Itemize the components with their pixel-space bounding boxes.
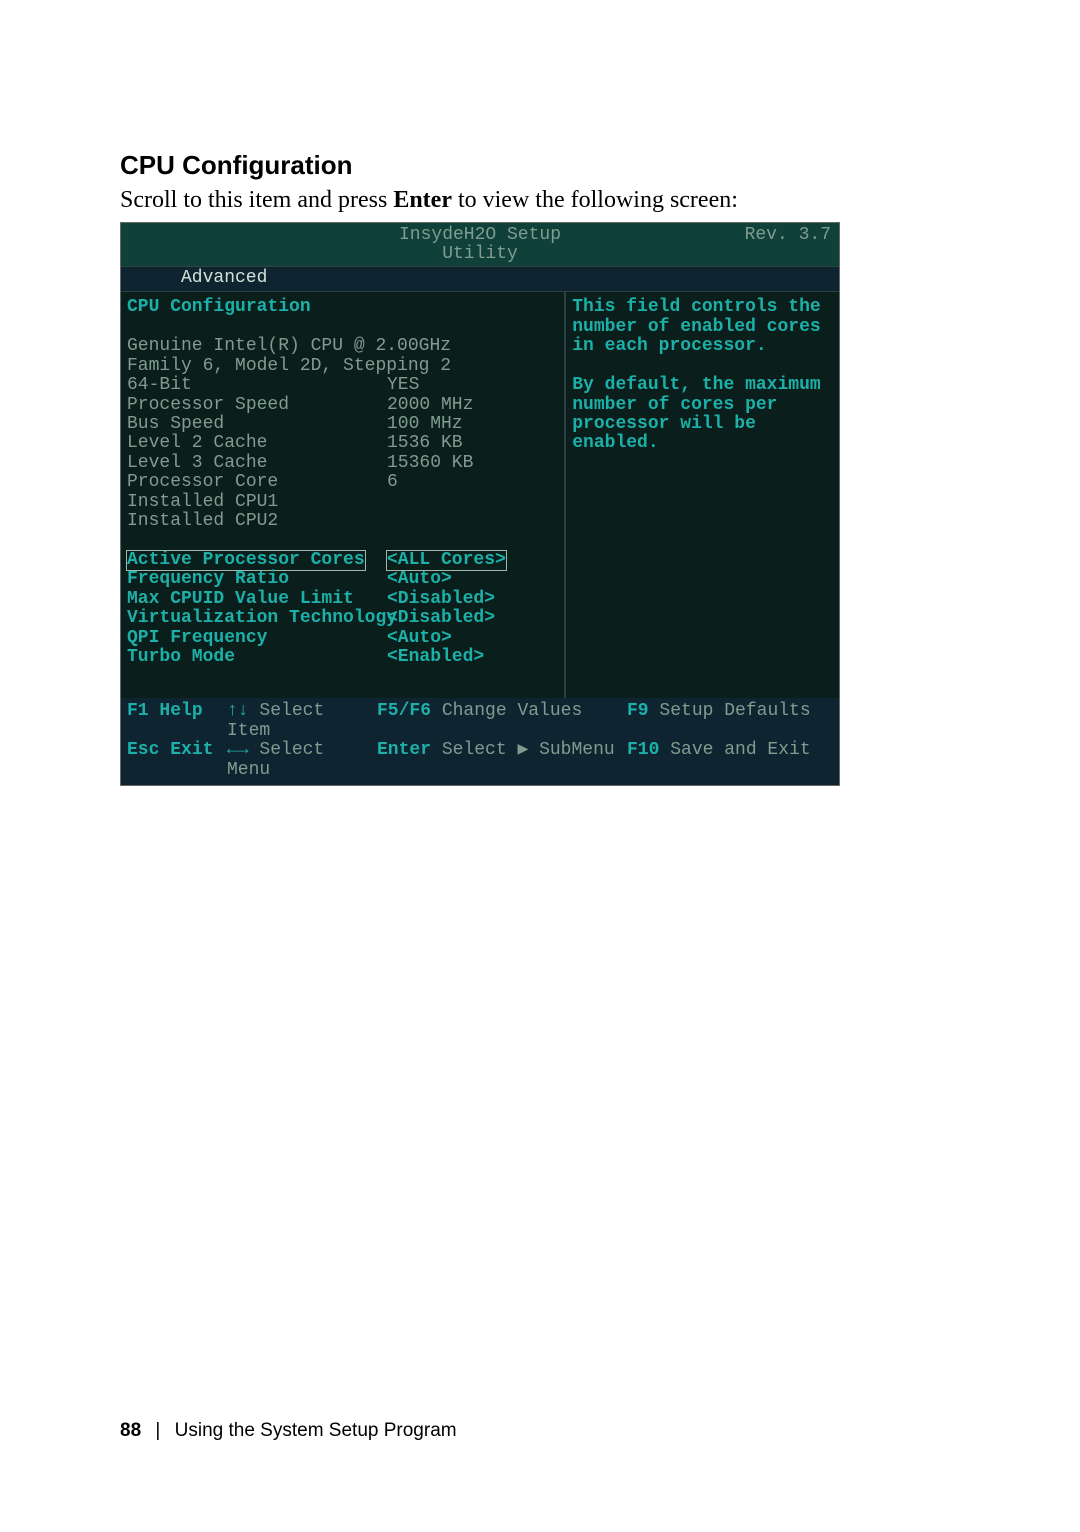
ro-label: Installed CPU2 — [127, 512, 387, 531]
setting-value[interactable]: <Enabled> — [387, 648, 484, 667]
cpu-info-line-0: Genuine Intel(R) CPU @ 2.00GHz — [127, 337, 558, 356]
setting-label[interactable]: QPI Frequency — [127, 629, 387, 648]
setting-value[interactable]: <Auto> — [387, 629, 452, 648]
setting-value[interactable]: <Disabled> — [387, 609, 495, 628]
ro-label: Processor Core — [127, 473, 387, 492]
footer-key-f1: F1 — [127, 701, 149, 721]
ro-value: 100 MHz — [387, 415, 463, 434]
bios-revision: Rev. 3.7 — [597, 226, 831, 265]
footer-esc-label: Exit — [170, 740, 213, 760]
footer-key-f9: F9 — [627, 701, 649, 721]
ro-label: Processor Speed — [127, 396, 387, 415]
panel-heading: CPU Configuration — [127, 298, 558, 317]
intro-enter: Enter — [393, 187, 452, 213]
footer-enter-label: Select ▶ SubMenu — [442, 740, 615, 760]
section-intro: Scroll to this item and press Enter to v… — [120, 187, 960, 214]
help-paragraph-1: This field controls the number of enable… — [572, 298, 831, 356]
footer-key-f5f6: F5/F6 — [377, 701, 431, 721]
footer-f5f6-label: Change Values — [442, 701, 582, 721]
ro-value: YES — [387, 376, 419, 395]
ro-label: Level 3 Cache — [127, 454, 387, 473]
intro-prefix: Scroll to this item and press — [120, 187, 393, 213]
cpu-info-line-1: Family 6, Model 2D, Stepping 2 — [127, 357, 558, 376]
ro-value: 2000 MHz — [387, 396, 473, 415]
help-paragraph-2: By default, the maximum number of cores … — [572, 376, 831, 454]
footer-text: Using the System Setup Program — [175, 1420, 457, 1441]
ro-label: Level 2 Cache — [127, 434, 387, 453]
footer-f9-label: Setup Defaults — [659, 701, 810, 721]
arrows-ud-icon: ↑↓ — [227, 701, 249, 721]
setting-label-selected[interactable]: Active Processor Cores — [127, 551, 365, 570]
bios-help-panel: This field controls the number of enable… — [566, 292, 839, 698]
arrows-lr-icon: ←→ — [227, 740, 249, 760]
setting-label[interactable]: Virtualization Technology — [127, 609, 387, 628]
tab-advanced[interactable]: Advanced — [181, 268, 267, 288]
setting-value[interactable]: <Auto> — [387, 570, 452, 589]
footer-f1-label: Help — [159, 701, 202, 721]
ro-label: Installed CPU1 — [127, 493, 387, 512]
footer-separator: | — [155, 1420, 160, 1441]
setting-label[interactable]: Max CPUID Value Limit — [127, 590, 387, 609]
setting-value[interactable]: <Disabled> — [387, 590, 495, 609]
footer-f10-label: Save and Exit — [670, 740, 810, 760]
bios-screenshot: InsydeH2O Setup Utility Rev. 3.7 Advance… — [120, 222, 840, 786]
footer-key-enter: Enter — [377, 740, 431, 760]
ro-value: 6 — [387, 473, 398, 492]
bios-left-panel: CPU Configuration Genuine Intel(R) CPU @… — [121, 292, 566, 698]
footer-key-f10: F10 — [627, 740, 659, 760]
setting-label[interactable]: Turbo Mode — [127, 648, 387, 667]
bios-tab-bar: Advanced — [121, 267, 839, 292]
bios-title-bar: InsydeH2O Setup Utility Rev. 3.7 — [121, 223, 839, 267]
ro-label: 64-Bit — [127, 376, 387, 395]
ro-value: 1536 KB — [387, 434, 463, 453]
page-number: 88 — [120, 1420, 141, 1441]
intro-suffix: to view the following screen: — [452, 187, 738, 213]
bios-title: InsydeH2O Setup Utility — [363, 226, 597, 265]
setting-value-selected[interactable]: <ALL Cores> — [387, 551, 506, 570]
footer-key-esc: Esc — [127, 740, 159, 760]
setting-label[interactable]: Frequency Ratio — [127, 570, 387, 589]
bios-footer: F1 Help ↑↓ Select Item F5/F6 Change Valu… — [121, 698, 839, 785]
ro-value: 15360 KB — [387, 454, 473, 473]
ro-label: Bus Speed — [127, 415, 387, 434]
section-heading: CPU Configuration — [120, 150, 960, 181]
page-footer: 88 | Using the System Setup Program — [120, 1420, 457, 1442]
